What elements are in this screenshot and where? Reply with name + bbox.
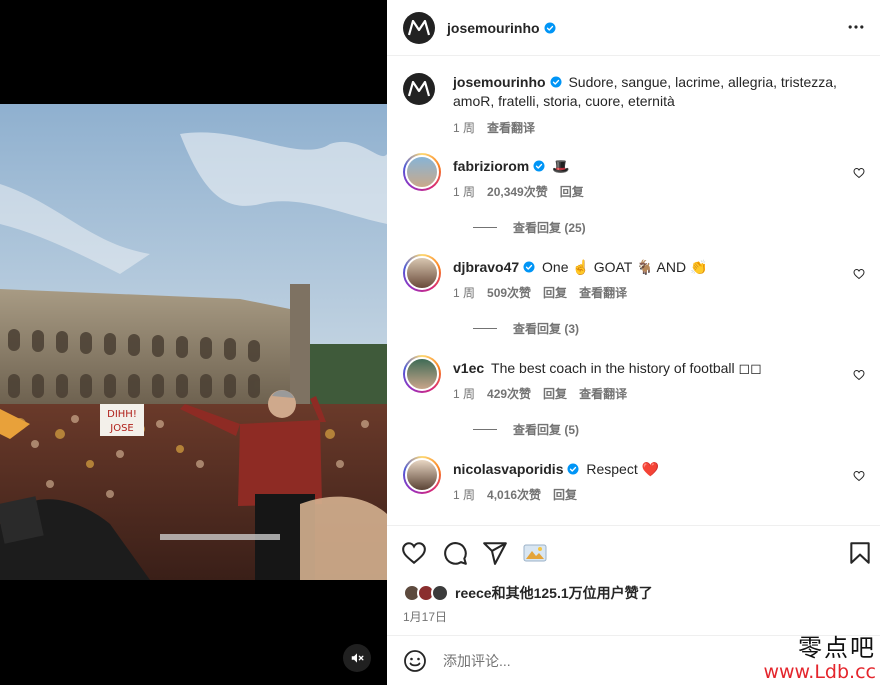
mute-button[interactable] <box>343 644 371 672</box>
emoji-icon[interactable] <box>403 649 427 673</box>
verified-badge-icon <box>523 261 535 273</box>
comment-like-count[interactable]: 20,349次赞 <box>487 183 548 200</box>
comment-item: djbravo47 One ☝️ GOAT 🐐 AND 👏 1 周 509次赞 … <box>403 254 873 346</box>
comment-time: 1 周 <box>453 488 476 502</box>
watermark-url-text: www.Ldb.cc <box>763 661 876 683</box>
comment-text: The best coach in the history of footbal… <box>491 360 762 376</box>
comment-username[interactable]: djbravo47 <box>453 259 519 275</box>
comment-avatar[interactable] <box>403 254 441 292</box>
comment-time: 1 周 <box>453 185 476 199</box>
comment-reply-button[interactable]: 回复 <box>543 385 567 402</box>
likes-summary[interactable]: reece和其他125.1万位用户赞了 <box>403 583 653 603</box>
comment-text: One ☝️ GOAT 🐐 AND 👏 <box>542 259 708 275</box>
comment-like-count[interactable]: 4,016次赞 <box>487 486 541 503</box>
comment-time: 1 周 <box>453 387 476 401</box>
heart-icon[interactable] <box>401 540 427 566</box>
comment-text: Respect ❤️ <box>586 461 660 477</box>
comment-item: v1ec The best coach in the history of fo… <box>403 355 873 447</box>
post-date: 1月17日 <box>403 610 448 624</box>
comment-meta: 1 周 509次赞 回复 查看翻译 <box>453 284 627 301</box>
liker-avatar <box>431 584 449 602</box>
caption-meta: 1 周 查看翻译 <box>453 119 535 136</box>
bookmark-icon[interactable] <box>847 540 873 566</box>
send-icon[interactable] <box>482 540 508 566</box>
comment-item: nicolasvaporidis Respect ❤️ 1 周 4,016次赞 … <box>403 456 873 516</box>
comment-like-heart-icon[interactable] <box>853 470 865 482</box>
liker-avatars <box>403 584 449 602</box>
comment-like-count[interactable]: 509次赞 <box>487 284 531 301</box>
verified-badge-icon <box>550 76 562 88</box>
post-video-frame[interactable]: DIHH! JOSE <box>0 104 387 580</box>
view-replies-button[interactable]: 查看回复 (5) <box>473 421 579 438</box>
comment-like-count[interactable]: 429次赞 <box>487 385 531 402</box>
comment-reply-button[interactable]: 回复 <box>560 183 584 200</box>
comment-username[interactable]: fabriziorom <box>453 158 529 174</box>
likes-text[interactable]: reece和其他125.1万位用户赞了 <box>455 583 653 603</box>
comment-translate-link[interactable]: 查看翻译 <box>579 385 627 402</box>
comment-text-block: nicolasvaporidis Respect ❤️ <box>453 460 853 479</box>
banner-text-1: DIHH! <box>107 409 137 420</box>
replies-divider-line <box>473 227 497 228</box>
add-comment-input[interactable] <box>443 652 743 669</box>
avatar-fabriziorom <box>405 155 439 189</box>
caption-translate-link[interactable]: 查看翻译 <box>487 119 535 136</box>
caption-time: 1 周 <box>453 121 476 135</box>
comment-time: 1 周 <box>453 286 476 300</box>
speaker-muted-icon <box>351 653 364 663</box>
caption-author-avatar[interactable] <box>403 73 435 105</box>
verified-badge-icon <box>544 22 556 33</box>
comment-text-block: v1ec The best coach in the history of fo… <box>453 359 853 378</box>
avatar-djbravo47 <box>405 256 439 290</box>
view-replies-text[interactable]: 查看回复 (3) <box>513 320 579 337</box>
comment-translate-link[interactable]: 查看翻译 <box>579 284 627 301</box>
view-replies-text[interactable]: 查看回复 (25) <box>513 219 586 236</box>
caption-text-block: josemourinho Sudore, sangue, lacrime, al… <box>453 73 853 111</box>
comment-text-block: djbravo47 One ☝️ GOAT 🐐 AND 👏 <box>453 258 853 277</box>
comment-text-block: fabriziorom 🎩 <box>453 157 853 176</box>
avatar-v1ec <box>405 357 439 391</box>
post-media[interactable]: DIHH! JOSE <box>0 0 387 685</box>
verified-badge-icon <box>567 463 579 475</box>
comment-meta: 1 周 429次赞 回复 查看翻译 <box>453 385 627 402</box>
comment-reply-button[interactable]: 回复 <box>553 486 577 503</box>
comments-list[interactable]: josemourinho Sudore, sangue, lacrime, al… <box>387 57 880 525</box>
colosseum-crowd-image: DIHH! JOSE <box>0 104 387 580</box>
comment-like-heart-icon[interactable] <box>853 369 865 381</box>
mourinho-logo-icon <box>408 19 430 35</box>
post-actions-section: reece和其他125.1万位用户赞了 1月17日 <box>387 525 880 635</box>
mourinho-logo-icon <box>408 81 430 97</box>
banner-text-2: JOSE <box>109 423 134 434</box>
more-options-icon[interactable] <box>846 17 866 37</box>
comment-text: 🎩 <box>552 158 570 174</box>
comment-avatar[interactable] <box>403 355 441 393</box>
view-replies-button[interactable]: 查看回复 (25) <box>473 219 586 236</box>
author-avatar[interactable] <box>403 11 435 44</box>
post-caption: josemourinho Sudore, sangue, lacrime, al… <box>403 73 873 153</box>
view-replies-button[interactable]: 查看回复 (3) <box>473 320 579 337</box>
post-header: josemourinho <box>387 0 880 56</box>
comment-reply-button[interactable]: 回复 <box>543 284 567 301</box>
replies-divider-line <box>473 328 497 329</box>
caption-username[interactable]: josemourinho <box>453 74 546 90</box>
avatar-nicolasvaporidis <box>405 458 439 492</box>
comment-avatar[interactable] <box>403 456 441 494</box>
comment-like-heart-icon[interactable] <box>853 167 865 179</box>
comment-item: fabriziorom 🎩 1 周 20,349次赞 回复 查看回复 (25) <box>403 153 873 245</box>
comment-icon[interactable] <box>442 540 468 566</box>
comment-username[interactable]: nicolasvaporidis <box>453 461 563 477</box>
replies-divider-line <box>473 429 497 430</box>
view-replies-text[interactable]: 查看回复 (5) <box>513 421 579 438</box>
author-username[interactable]: josemourinho <box>447 20 540 36</box>
comment-avatar[interactable] <box>403 153 441 191</box>
post-detail-panel: josemourinho josemourinho Sudore, sangue… <box>387 0 880 685</box>
comment-meta: 1 周 20,349次赞 回复 <box>453 183 584 200</box>
comment-username[interactable]: v1ec <box>453 360 484 376</box>
gallery-sticker-icon[interactable] <box>522 540 548 566</box>
comment-meta: 1 周 4,016次赞 回复 <box>453 486 577 503</box>
comment-like-heart-icon[interactable] <box>853 268 865 280</box>
watermark-chinese-text: 零点吧 <box>798 634 876 662</box>
site-watermark: 零点吧 www.Ldb.cc <box>763 635 876 683</box>
verified-badge-icon <box>533 160 545 172</box>
